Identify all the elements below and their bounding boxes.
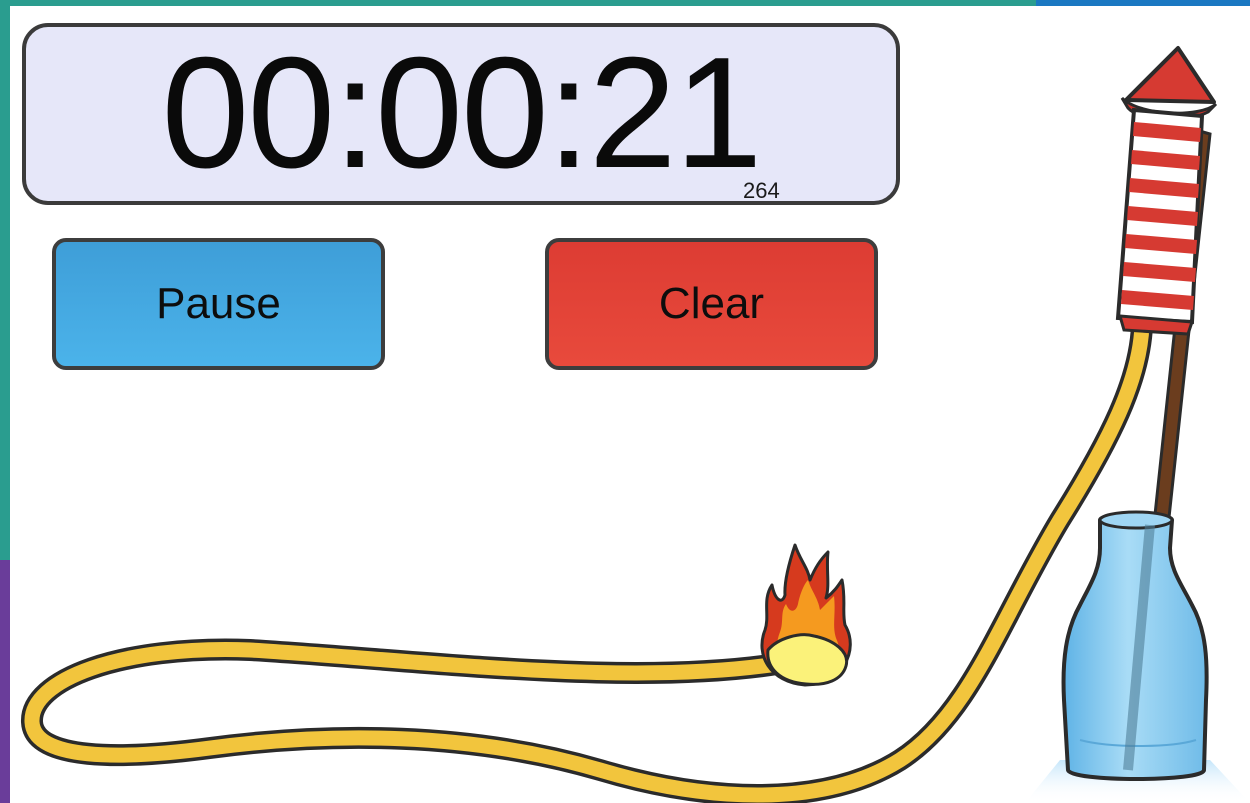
fuse-illustration xyxy=(21,46,1250,803)
fuse-timer-app: 00:00:21 264 Pause Clear xyxy=(0,0,1250,803)
flame-icon xyxy=(760,543,852,687)
fuse-icon xyxy=(21,314,1153,803)
bottle-icon xyxy=(1061,510,1209,781)
